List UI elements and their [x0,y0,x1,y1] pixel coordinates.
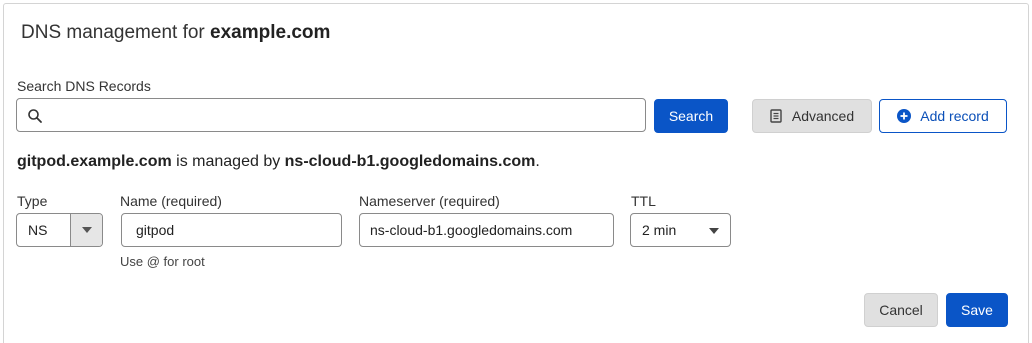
advanced-button-label: Advanced [791,108,855,124]
managed-info: gitpod.example.com is managed by ns-clou… [17,153,540,171]
info-subdomain: gitpod.example.com [17,153,172,170]
name-hint: Use @ for root [120,254,205,269]
info-middle-text: is managed by [171,153,285,170]
type-label: Type [17,193,48,209]
nameserver-label: Nameserver (required) [359,193,500,209]
name-label: Name (required) [120,193,222,209]
save-button[interactable]: Save [946,293,1008,327]
search-input[interactable] [51,100,641,130]
search-icon [28,109,42,123]
search-button[interactable]: Search [654,99,728,133]
title-domain: example.com [210,22,331,43]
document-icon [770,109,782,123]
ttl-select-value: 2 min [642,222,677,238]
caret-down-icon [709,228,719,234]
cancel-button[interactable]: Cancel [864,293,938,327]
name-input[interactable] [121,213,342,247]
save-button-label: Save [961,302,993,318]
dialog-title: DNS management for example.com [21,22,330,44]
ttl-label: TTL [631,193,656,209]
search-label: Search DNS Records [17,78,151,94]
type-select-toggle[interactable] [70,214,102,246]
search-button-label: Search [668,108,714,124]
type-select-value: NS [28,222,48,238]
search-field[interactable] [16,98,646,132]
chevron-down-icon [82,227,92,233]
nameserver-input[interactable] [359,213,614,247]
dns-management-dialog: DNS management for example.com [3,3,1029,343]
title-prefix: DNS management for [21,22,211,43]
add-record-button-label: Add record [920,108,989,124]
info-nameserver: ns-cloud-b1.googledomains.com [284,153,536,170]
plus-circle-icon [897,109,912,123]
add-record-button[interactable]: Add record [879,99,1007,133]
cancel-button-label: Cancel [879,302,923,318]
ttl-select[interactable]: 2 min [630,213,731,247]
type-select[interactable]: NS [16,213,103,247]
advanced-button[interactable]: Advanced [752,99,872,133]
info-end: . [535,153,540,170]
